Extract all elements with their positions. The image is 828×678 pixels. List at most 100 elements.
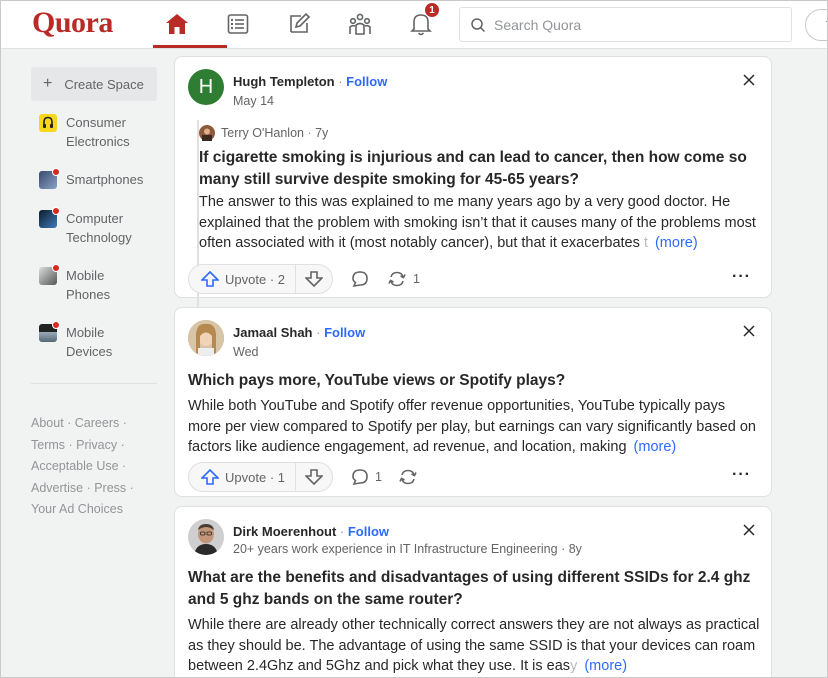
quora-logo[interactable]: Quora: [32, 6, 113, 40]
action-bar: Upvote · 1 1: [188, 462, 424, 492]
comment-icon: [352, 271, 368, 288]
footer-links: About · Careers · Terms · Privacy · Acce…: [31, 416, 134, 516]
share-count: 1: [413, 272, 420, 286]
footer-link-ad-choices[interactable]: Your Ad Choices: [31, 502, 123, 516]
author-name[interactable]: Dirk Moerenhout: [233, 524, 336, 539]
author-name[interactable]: Hugh Templeton: [233, 74, 335, 89]
footer-link-terms[interactable]: Terms: [31, 438, 65, 452]
sidebar-space-consumer-electronics[interactable]: Consumer Electronics: [39, 113, 130, 151]
mobile-phones-thumbnail: [39, 264, 60, 285]
search-input[interactable]: [494, 16, 774, 33]
search-box[interactable]: [459, 7, 792, 42]
upvote-count: 1: [277, 469, 285, 485]
follow-button[interactable]: Follow: [348, 524, 389, 539]
avatar-letter: H: [198, 75, 214, 98]
author-credential[interactable]: 20+ years work experience in IT Infrastr…: [233, 542, 582, 556]
share-icon: [388, 271, 406, 287]
share-button[interactable]: [398, 468, 424, 486]
mobile-devices-thumbnail: [39, 321, 60, 342]
space-label-line1: Mobile: [66, 325, 105, 340]
upvote-button[interactable]: Upvote · 1: [189, 463, 296, 491]
sidebar-space-computer-technology[interactable]: Computer Technology: [39, 207, 132, 247]
create-space-button[interactable]: + Create Space: [31, 67, 157, 101]
avatar[interactable]: [188, 320, 224, 356]
try-quora-plus-button[interactable]: Try: [805, 9, 827, 41]
downvote-button[interactable]: [296, 463, 332, 491]
share-icon: [399, 469, 417, 485]
answer-body[interactable]: While both YouTube and Spotify offer rev…: [188, 396, 760, 458]
vote-pill: Upvote · 2: [188, 264, 333, 294]
feed-card: Jamaal Shah · Follow Wed Which pays more…: [174, 307, 772, 497]
plus-icon: +: [43, 75, 53, 92]
sidebar-divider: [31, 383, 157, 384]
post-date[interactable]: Wed: [233, 345, 258, 359]
original-author-name[interactable]: Terry O'Hanlon: [221, 126, 304, 140]
answer-body[interactable]: The answer to this was explained to me m…: [199, 192, 759, 254]
sidebar-space-mobile-phones[interactable]: Mobile Phones: [39, 264, 110, 304]
question-title[interactable]: Which pays more, YouTube views or Spotif…: [188, 370, 758, 392]
quora-window: Quora 1 Try + Create Space: [0, 0, 828, 678]
original-author-line: Terry O'Hanlon · 7y: [199, 125, 328, 141]
footer-link-about[interactable]: About: [31, 416, 64, 430]
post-date[interactable]: May 14: [233, 94, 274, 108]
smartphones-thumbnail: [39, 168, 60, 189]
search-icon: [471, 17, 486, 32]
vote-pill: Upvote · 1: [188, 462, 333, 492]
space-label-line2: Electronics: [66, 134, 130, 149]
author-line: Hugh Templeton · Follow: [233, 74, 388, 89]
more-options-icon[interactable]: ···: [732, 466, 751, 484]
home-icon[interactable]: [161, 9, 193, 39]
avatar[interactable]: H: [188, 69, 224, 105]
home-active-indicator: [153, 45, 227, 48]
footer-link-careers[interactable]: Careers: [75, 416, 119, 430]
more-options-icon[interactable]: ···: [732, 268, 751, 286]
close-icon[interactable]: [742, 73, 756, 87]
top-header: Quora 1 Try: [1, 1, 827, 49]
original-answer-age: 7y: [315, 126, 329, 140]
avatar[interactable]: [199, 125, 215, 141]
answer-body[interactable]: While there are already other technicall…: [188, 615, 760, 677]
more-link[interactable]: (more): [581, 658, 628, 674]
comment-button[interactable]: 1: [351, 468, 382, 486]
author-line: Jamaal Shah · Follow: [233, 325, 366, 340]
more-link[interactable]: (more): [651, 235, 698, 251]
question-title[interactable]: If cigarette smoking is injurious and ca…: [199, 147, 759, 191]
computer-technology-thumbnail: [39, 207, 60, 228]
footer-link-advertise[interactable]: Advertise: [31, 481, 83, 495]
answer-icon[interactable]: [283, 9, 315, 39]
footer-link-acceptable-use[interactable]: Acceptable Use: [31, 459, 119, 473]
sidebar-space-smartphones[interactable]: Smartphones: [39, 168, 143, 189]
upvote-icon: [201, 469, 219, 485]
follow-button[interactable]: Follow: [346, 74, 387, 89]
more-link[interactable]: (more): [630, 439, 677, 455]
upvote-label: Upvote: [225, 271, 267, 287]
upvote-label: Upvote: [225, 469, 267, 485]
author-name[interactable]: Jamaal Shah: [233, 325, 313, 340]
answer-fade-text: y: [570, 658, 578, 674]
consumer-electronics-thumbnail: [39, 114, 57, 132]
upvote-button[interactable]: Upvote · 2: [189, 265, 296, 293]
downvote-button[interactable]: [296, 265, 332, 293]
notification-count-badge: 1: [424, 2, 440, 18]
space-label-line2: Technology: [66, 230, 132, 245]
action-bar: Upvote · 2 1: [188, 264, 420, 294]
downvote-icon: [305, 469, 323, 485]
follow-button[interactable]: Follow: [324, 325, 365, 340]
space-label-line1: Mobile: [66, 268, 105, 283]
feed-card: Dirk Moerenhout · Follow 20+ years work …: [174, 506, 772, 677]
close-icon[interactable]: [742, 523, 756, 537]
footer-link-privacy[interactable]: Privacy: [76, 438, 117, 452]
footer-link-press[interactable]: Press: [94, 481, 126, 495]
question-title[interactable]: What are the benefits and disadvantages …: [188, 567, 758, 611]
feed-card: H Hugh Templeton · Follow May 14 Terry O…: [174, 56, 772, 318]
close-icon[interactable]: [742, 324, 756, 338]
spaces-icon[interactable]: [344, 9, 376, 39]
sidebar-space-mobile-devices[interactable]: Mobile Devices: [39, 321, 113, 361]
upvote-count: 2: [277, 271, 285, 287]
comment-button[interactable]: [351, 270, 375, 288]
following-icon[interactable]: [222, 9, 254, 39]
left-sidebar: + Create Space Consumer Electronics Smar…: [31, 67, 157, 516]
avatar[interactable]: [188, 519, 224, 555]
space-label-line2: Devices: [66, 344, 113, 359]
share-button[interactable]: 1: [387, 270, 420, 288]
